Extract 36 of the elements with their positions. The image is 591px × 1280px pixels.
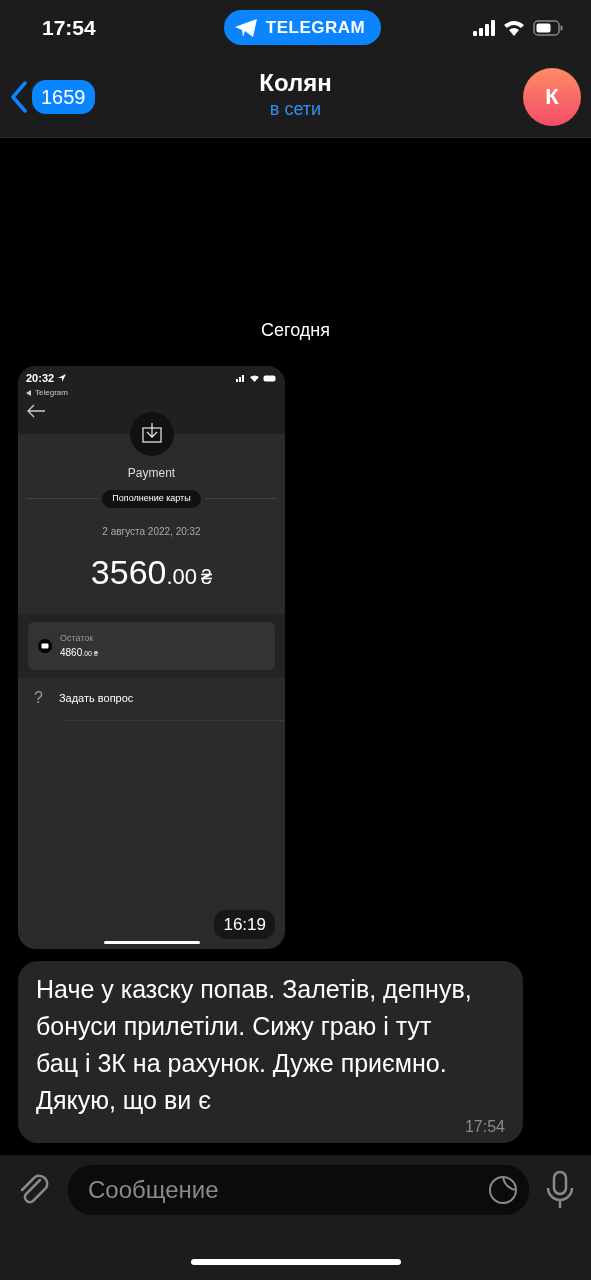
message-text: Наче у казску попав. Залетів, депнув, бонуси прилетіли. Сижу граю і тут бац і 3К на рахунок. Дуже приємно. Дякую, що ви є (36, 974, 473, 1116)
battery-icon (533, 19, 563, 36)
ask-question-link[interactable]: Задать вопрос (58, 689, 134, 707)
download-icon (129, 412, 174, 456)
balance-label: Остаток (60, 631, 95, 645)
wifi-icon (503, 19, 525, 36)
status-time: 17:54 (42, 14, 97, 41)
payment-date: 2 августа 2022, 20:32 (102, 524, 201, 539)
back-icon[interactable] (10, 80, 28, 113)
message-time: 16:19 (214, 909, 275, 939)
amount-fraction: .00 (166, 562, 198, 591)
wallet-icon (38, 638, 52, 653)
message-time: 17:54 (464, 1119, 505, 1135)
date-separator: Сегодня (260, 319, 331, 342)
battery-icon (263, 374, 277, 382)
currency: ₴ (201, 564, 213, 590)
back-link[interactable]: Telegram (35, 386, 68, 399)
location-icon (58, 374, 67, 383)
payment-title: Payment (127, 465, 176, 482)
app-name: TELEGRAM (265, 16, 366, 39)
category-tag: Пополнение карты (102, 490, 201, 508)
microphone-icon[interactable] (545, 1170, 575, 1210)
paper-plane-icon (233, 17, 258, 38)
back-triangle-icon[interactable] (26, 389, 31, 396)
back-arrow-icon[interactable] (26, 404, 46, 419)
unread-count-badge[interactable]: 1659 (32, 79, 95, 114)
chat-title: Колян (259, 69, 332, 97)
screenshot-time: 20:32 (26, 371, 55, 386)
sticker-icon[interactable] (487, 1174, 519, 1206)
amount: 3560 (90, 551, 167, 593)
wifi-icon (250, 374, 259, 382)
signal-icon (236, 374, 246, 382)
message-input[interactable]: Сообщение (68, 1165, 529, 1215)
question-icon: ? (34, 686, 43, 710)
online-status: в сети (269, 98, 322, 122)
signal-icon (473, 19, 495, 36)
